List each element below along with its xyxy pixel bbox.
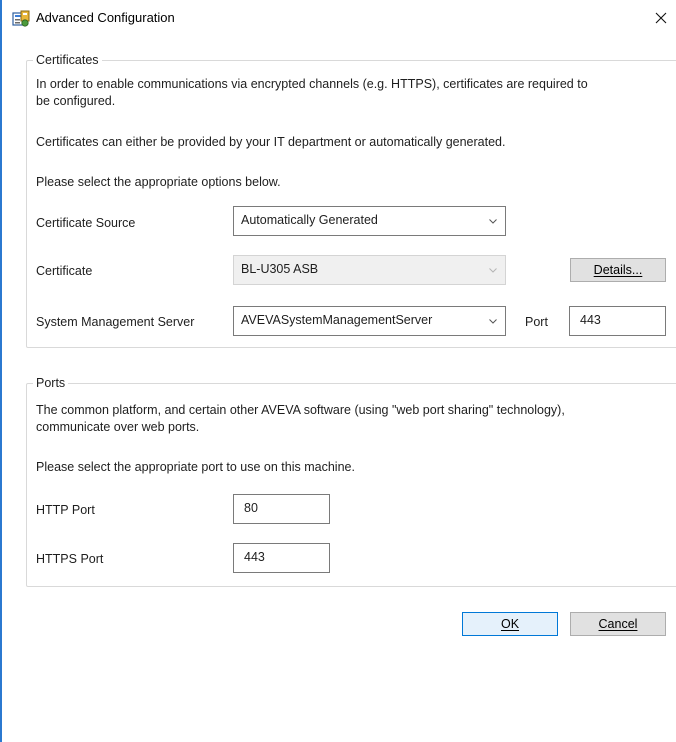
certificate-value: BL-U305 ASB xyxy=(241,262,319,276)
close-icon xyxy=(655,12,667,24)
http-port-field[interactable]: 80 xyxy=(233,494,330,524)
certificates-intro-line2: be configured. xyxy=(36,94,116,108)
details-button-label: Details... xyxy=(593,263,643,277)
system-management-server-label: System Management Server xyxy=(36,315,195,329)
port-label: Port xyxy=(525,315,548,329)
ports-intro-line1: The common platform, and certain other A… xyxy=(36,403,565,417)
certificates-info: Certificates can either be provided by y… xyxy=(36,135,506,149)
chevron-down-icon xyxy=(489,219,497,224)
certificates-legend: Certificates xyxy=(33,53,102,67)
configuration-app-icon xyxy=(12,10,30,28)
cancel-button-label: Cancel xyxy=(598,617,638,631)
certificate-source-dropdown[interactable]: Automatically Generated xyxy=(233,206,506,236)
certificate-source-value: Automatically Generated xyxy=(241,213,378,227)
title-bar: Advanced Configuration xyxy=(2,0,676,34)
details-button[interactable]: Details... xyxy=(570,258,666,282)
certificate-label: Certificate xyxy=(36,264,93,278)
ports-intro-line2: communicate over web ports. xyxy=(36,420,200,434)
chevron-down-icon xyxy=(489,268,497,273)
sms-port-value: 443 xyxy=(580,313,601,327)
ports-intro: The common platform, and certain other A… xyxy=(36,402,672,436)
advanced-configuration-window: Advanced Configuration Certificates In o… xyxy=(0,0,676,742)
close-button[interactable] xyxy=(647,4,675,32)
certificates-intro-line1: In order to enable communications via en… xyxy=(36,77,588,91)
http-port-value: 80 xyxy=(244,501,258,515)
system-management-server-dropdown[interactable]: AVEVASystemManagementServer xyxy=(233,306,506,336)
system-management-server-value: AVEVASystemManagementServer xyxy=(241,313,433,327)
https-port-value: 443 xyxy=(244,550,265,564)
cancel-button[interactable]: Cancel xyxy=(570,612,666,636)
sms-port-field[interactable]: 443 xyxy=(569,306,666,336)
certificates-intro: In order to enable communications via en… xyxy=(36,76,672,110)
http-port-label: HTTP Port xyxy=(36,503,95,517)
ok-button-label: OK xyxy=(500,617,520,631)
window-title: Advanced Configuration xyxy=(36,10,175,25)
ports-prompt: Please select the appropriate port to us… xyxy=(36,460,355,474)
ok-button[interactable]: OK xyxy=(462,612,558,636)
https-port-field[interactable]: 443 xyxy=(233,543,330,573)
ports-legend: Ports xyxy=(33,376,69,390)
certificates-prompt: Please select the appropriate options be… xyxy=(36,175,281,189)
chevron-down-icon xyxy=(489,319,497,324)
certificate-source-label: Certificate Source xyxy=(36,216,136,230)
https-port-label: HTTPS Port xyxy=(36,552,104,566)
certificate-dropdown: BL-U305 ASB xyxy=(233,255,506,285)
